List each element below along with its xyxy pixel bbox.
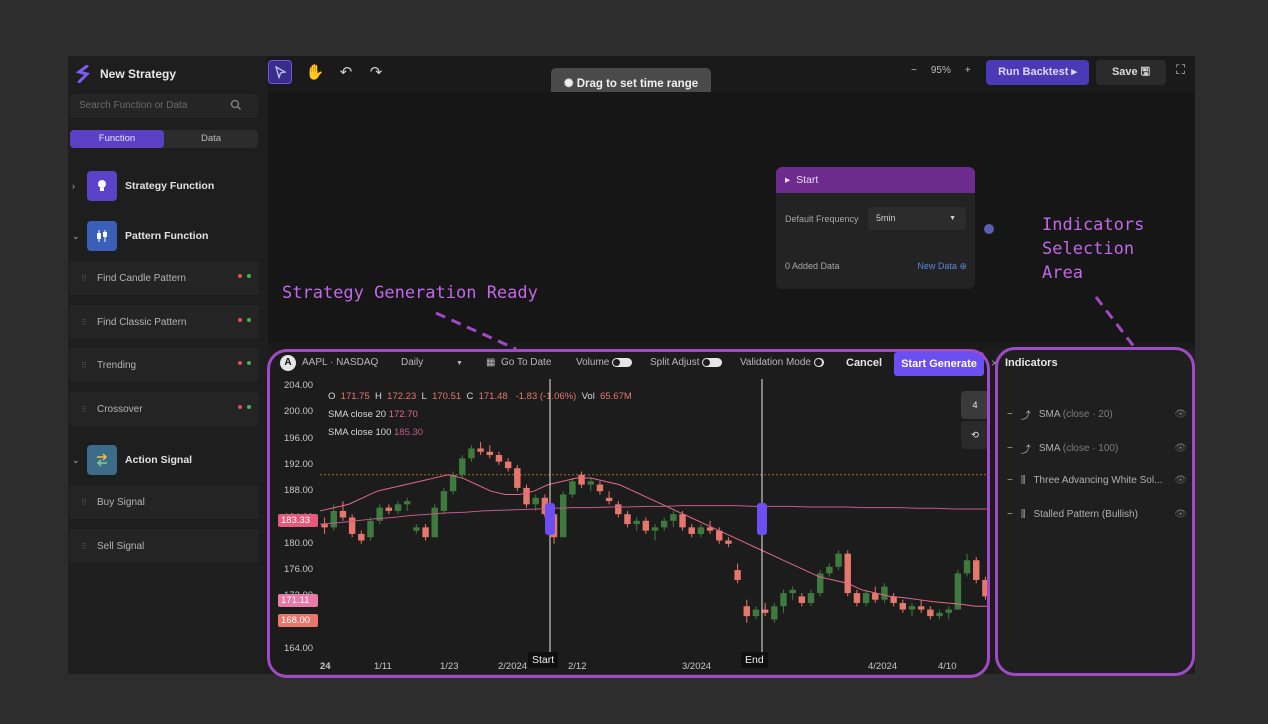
annotation-frame-chart [267, 349, 990, 678]
annotation-frame-indicators [995, 347, 1195, 676]
